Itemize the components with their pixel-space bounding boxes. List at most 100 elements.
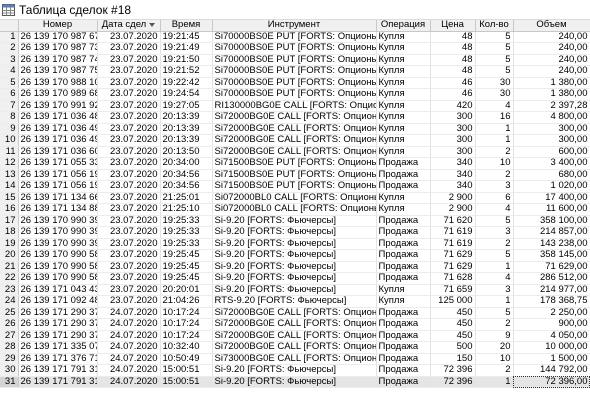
deal-number-cell[interactable]: 26 139 171 290 375	[18, 330, 98, 342]
window-titlebar[interactable]: Таблица сделок #18	[0, 0, 590, 20]
price-cell[interactable]: 300	[430, 123, 476, 135]
volume-cell[interactable]: 900,00	[513, 318, 590, 331]
volume-cell[interactable]: 144 792,00	[513, 364, 590, 377]
deal-number-cell[interactable]: 26 139 170 987 747	[18, 54, 98, 66]
deal-date-cell[interactable]: 23.07.2020	[97, 272, 161, 285]
quantity-cell[interactable]: 5	[475, 65, 514, 78]
table-row[interactable]: 2 26 139 170 987 730 23.07.2020 19:21:49 Si7…	[0, 42, 590, 55]
quantity-cell[interactable]: 2	[475, 364, 514, 377]
volume-cell[interactable]: 1 500,00	[513, 353, 590, 365]
operation-cell[interactable]: Продажа	[376, 376, 431, 388]
deal-number-cell[interactable]: 26 139 170 987 730	[18, 42, 98, 55]
operation-cell[interactable]: Продажа	[376, 261, 431, 273]
deal-number-cell[interactable]: 26 139 170 988 107	[18, 77, 98, 89]
operation-cell[interactable]: Купля	[376, 146, 431, 158]
volume-cell[interactable]: 4 050,00	[513, 330, 590, 342]
table-row[interactable]: 28 26 139 171 335 074 24.07.2020 10:32:40 Si…	[0, 341, 590, 354]
volume-cell[interactable]: 214 977,00	[513, 284, 590, 296]
table-row[interactable]: 14 26 139 171 056 195 23.07.2020 20:34:56 Si…	[0, 180, 590, 193]
deal-time-cell[interactable]: 19:25:33	[160, 215, 213, 227]
volume-cell[interactable]: 2 250,00	[513, 307, 590, 319]
deal-number-cell[interactable]: 26 139 170 991 927	[18, 100, 98, 112]
instrument-cell[interactable]: RTS-9.20 [FORTS: Фьючерсы]	[212, 295, 377, 308]
deal-time-cell[interactable]: 20:20:01	[160, 284, 213, 296]
deal-time-cell[interactable]: 10:50:49	[160, 353, 213, 365]
instrument-cell[interactable]: Si71500BS0E PUT [FORTS: Опционы]	[212, 169, 377, 181]
row-number[interactable]: 10	[0, 134, 19, 147]
quantity-cell[interactable]: 30	[475, 77, 514, 89]
deals-grid[interactable]: Номер Дата сдел Время Инструмент Операци…	[0, 20, 590, 404]
volume-cell[interactable]: 300,00	[513, 123, 590, 135]
operation-cell[interactable]: Купля	[376, 134, 431, 147]
deal-date-cell[interactable]: 23.07.2020	[97, 261, 161, 273]
deal-date-cell[interactable]: 24.07.2020	[97, 318, 161, 331]
quantity-cell[interactable]: 1	[475, 261, 514, 273]
price-cell[interactable]: 340	[430, 157, 476, 170]
deal-time-cell[interactable]: 19:27:05	[160, 100, 213, 112]
quantity-cell[interactable]: 20	[475, 341, 514, 354]
deal-number-cell[interactable]: 26 139 171 056 194	[18, 169, 98, 181]
instrument-cell[interactable]: Si71500BS0E PUT [FORTS: Опционы]	[212, 157, 377, 170]
row-number[interactable]: 7	[0, 100, 19, 112]
row-number[interactable]: 2	[0, 42, 19, 55]
price-cell[interactable]: 48	[430, 54, 476, 66]
quantity-cell[interactable]: 5	[475, 54, 514, 66]
row-number[interactable]: 22	[0, 272, 19, 285]
volume-cell[interactable]: 240,00	[513, 42, 590, 55]
volume-cell[interactable]: 4 800,00	[513, 111, 590, 124]
column-header-price[interactable]: Цена	[430, 20, 476, 32]
deal-date-cell[interactable]: 23.07.2020	[97, 226, 161, 239]
deal-number-cell[interactable]: 26 139 170 990 393	[18, 226, 98, 239]
instrument-cell[interactable]: Si73000BG0E CALL [FORTS: Опционы]	[212, 353, 377, 365]
instrument-cell[interactable]: Si70000BS0E PUT [FORTS: Опционы]	[212, 65, 377, 78]
table-row[interactable]: 24 26 139 171 092 485 23.07.2020 21:04:26 RT…	[0, 295, 590, 308]
table-row[interactable]: 8 26 139 171 036 489 23.07.2020 20:13:39 Si7…	[0, 111, 590, 124]
table-row[interactable]: 27 26 139 171 290 375 24.07.2020 10:17:24 Si…	[0, 330, 590, 342]
instrument-cell[interactable]: Si70000BS0E PUT [FORTS: Опционы]	[212, 31, 377, 43]
deal-date-cell[interactable]: 24.07.2020	[97, 341, 161, 354]
deal-number-cell[interactable]: 26 139 171 036 491	[18, 134, 98, 147]
row-number[interactable]: 17	[0, 215, 19, 227]
deal-date-cell[interactable]: 23.07.2020	[97, 169, 161, 181]
quantity-cell[interactable]: 1	[475, 376, 514, 388]
quantity-cell[interactable]: 4	[475, 203, 514, 216]
table-row[interactable]: 12 26 139 171 055 333 23.07.2020 20:34:00 Si…	[0, 157, 590, 170]
table-row[interactable]: 3 26 139 170 987 747 23.07.2020 19:21:50 Si7…	[0, 54, 590, 66]
operation-cell[interactable]: Продажа	[376, 341, 431, 354]
deal-number-cell[interactable]: 26 139 171 791 312	[18, 364, 98, 377]
table-row[interactable]: 18 26 139 170 990 393 23.07.2020 19:25:33 Si…	[0, 226, 590, 239]
deal-date-cell[interactable]: 23.07.2020	[97, 249, 161, 262]
price-cell[interactable]: 340	[430, 169, 476, 181]
quantity-cell[interactable]: 4	[475, 272, 514, 285]
deal-date-cell[interactable]: 23.07.2020	[97, 238, 161, 250]
price-cell[interactable]: 300	[430, 134, 476, 147]
volume-cell[interactable]: 17 400,00	[513, 192, 590, 204]
row-number[interactable]: 8	[0, 111, 19, 124]
table-row[interactable]: 19 26 139 170 990 394 23.07.2020 19:25:33 Si…	[0, 238, 590, 250]
volume-cell[interactable]: 240,00	[513, 65, 590, 78]
column-header-date[interactable]: Дата сдел	[97, 20, 161, 32]
table-row[interactable]: 9 26 139 171 036 490 23.07.2020 20:13:39 Si7…	[0, 123, 590, 135]
operation-cell[interactable]: Купля	[376, 192, 431, 204]
volume-cell[interactable]: 240,00	[513, 31, 590, 43]
instrument-cell[interactable]: Si71500BS0E PUT [FORTS: Опционы]	[212, 180, 377, 193]
price-cell[interactable]: 300	[430, 111, 476, 124]
row-number[interactable]: 15	[0, 192, 19, 204]
deal-date-cell[interactable]: 23.07.2020	[97, 88, 161, 101]
price-cell[interactable]: 450	[430, 307, 476, 319]
row-number[interactable]: 30	[0, 364, 19, 377]
volume-cell[interactable]: 1 020,00	[513, 180, 590, 193]
row-number[interactable]: 31	[0, 376, 19, 388]
operation-cell[interactable]: Купля	[376, 54, 431, 66]
price-cell[interactable]: 2 900	[430, 192, 476, 204]
instrument-cell[interactable]: Si072000BL0 CALL [FORTS: Опционы]	[212, 203, 377, 216]
volume-cell[interactable]: 300,00	[513, 134, 590, 147]
deal-number-cell[interactable]: 26 139 170 989 683	[18, 88, 98, 101]
quantity-cell[interactable]: 5	[475, 31, 514, 43]
column-header-instrument[interactable]: Инструмент	[212, 20, 377, 32]
deal-time-cell[interactable]: 19:21:50	[160, 54, 213, 66]
deal-time-cell[interactable]: 20:13:50	[160, 146, 213, 158]
quantity-cell[interactable]: 2	[475, 146, 514, 158]
price-cell[interactable]: 48	[430, 42, 476, 55]
operation-cell[interactable]: Купля	[376, 42, 431, 55]
